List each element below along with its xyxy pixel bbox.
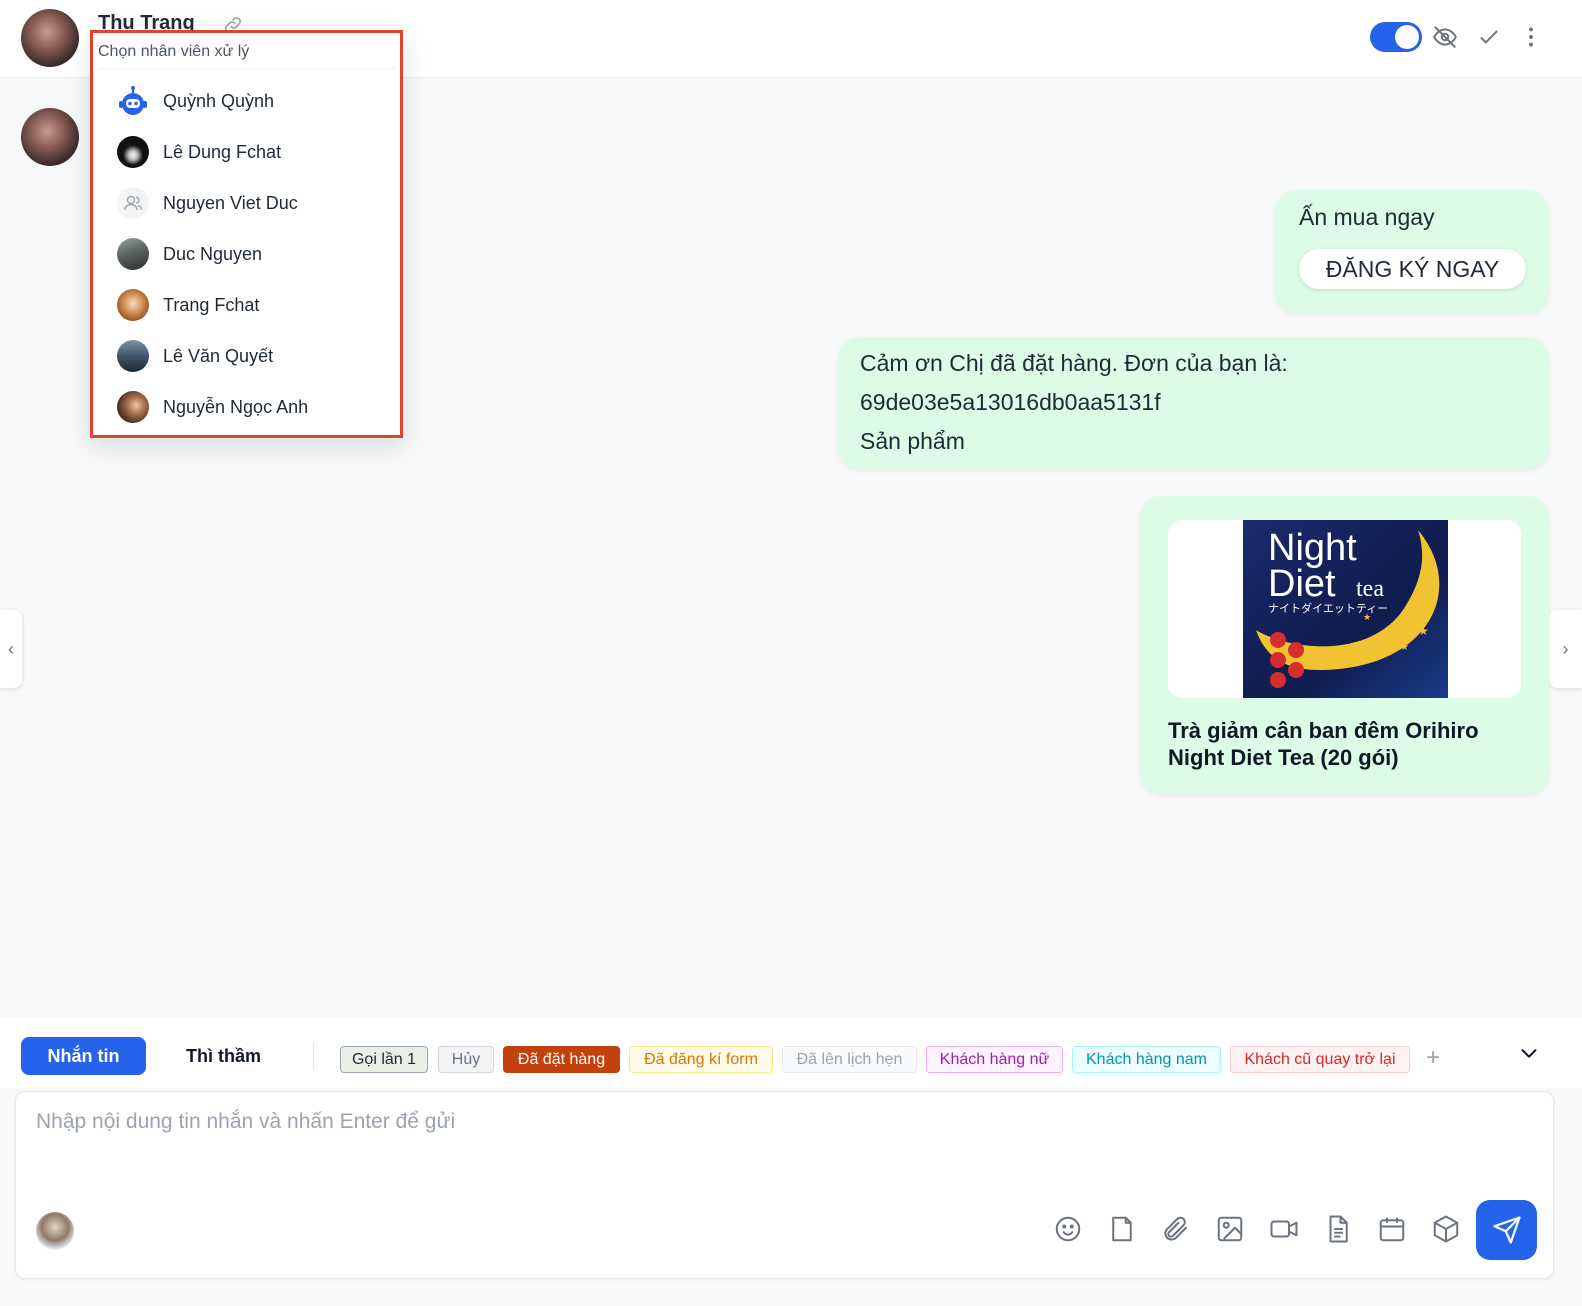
staff-name: Lê Dung Fchat	[163, 142, 282, 162]
order-id-text: 69de03e5a13016db0aa5131f	[860, 389, 1161, 415]
chevron-down-icon[interactable]	[1518, 1042, 1540, 1064]
send-button[interactable]	[1476, 1200, 1537, 1260]
staff-name: Lê Văn Quyết	[163, 346, 274, 366]
tag-button[interactable]: Đã đăng kí form	[629, 1046, 773, 1073]
assign-staff-dropdown: Chọn nhân viên xử lý Quỳnh Quỳnh Lê Dung…	[90, 30, 403, 438]
staff-item[interactable]: Lê Dung Fchat	[117, 134, 387, 170]
staff-item[interactable]: Nguyen Viet Duc	[117, 185, 387, 221]
emoji-icon[interactable]	[1053, 1214, 1083, 1244]
image-icon[interactable]	[1215, 1214, 1245, 1244]
tag-button[interactable]: Đã đặt hàng	[503, 1046, 620, 1073]
svg-text:★: ★	[1363, 612, 1371, 622]
divider	[98, 68, 395, 69]
product-box-icon[interactable]	[1431, 1214, 1461, 1244]
staff-avatar	[117, 391, 149, 423]
contact-avatar[interactable]	[21, 9, 79, 67]
robot-icon	[117, 85, 149, 117]
agent-avatar[interactable]	[36, 1212, 74, 1250]
message-input[interactable]: Nhập nội dung tin nhắn và nhấn Enter để …	[36, 1110, 455, 1134]
staff-item[interactable]: Lê Văn Quyết	[117, 338, 387, 374]
document-icon[interactable]	[1323, 1214, 1353, 1244]
staff-item[interactable]: Quỳnh Quỳnh	[117, 83, 387, 119]
more-vertical-icon[interactable]	[1518, 24, 1544, 50]
divider	[313, 1042, 314, 1070]
staff-avatar	[117, 238, 149, 270]
video-icon[interactable]	[1269, 1214, 1299, 1244]
staff-name: Quỳnh Quỳnh	[163, 91, 275, 111]
assign-toggle[interactable]	[1370, 22, 1422, 52]
product-image-text: Diet	[1268, 563, 1336, 605]
staff-avatar	[117, 136, 149, 168]
staff-avatar	[117, 289, 149, 321]
register-now-button[interactable]: ĐĂNG KÝ NGAY	[1299, 249, 1526, 289]
tag-button[interactable]: Khách hàng nữ	[926, 1046, 1063, 1073]
staff-name: Trang Fchat	[163, 295, 260, 315]
attachment-icon[interactable]	[1161, 1214, 1191, 1244]
svg-text:★: ★	[1418, 624, 1429, 638]
message-bubble-order: Cảm ơn Chị đã đặt hàng. Đơn của bạn là: …	[838, 337, 1549, 469]
composer-tabbar: Nhắn tin Thì thầm Gọi lần 1 Hủy Đã đặt h…	[0, 1018, 1582, 1088]
svg-text:★: ★	[1400, 642, 1409, 653]
product-image[interactable]: Night Diet tea ナイトダイエットティー ★ ★ ★	[1168, 520, 1521, 698]
message-text: Ấn mua ngay	[1299, 204, 1435, 230]
message-bubble-product: Night Diet tea ナイトダイエットティー ★ ★ ★ Trà giả…	[1140, 496, 1549, 794]
tag-button[interactable]: Đã lên lịch hẹn	[782, 1046, 917, 1073]
message-text-line: Cảm ơn Chị đã đặt hàng. Đơn của bạn là:	[860, 350, 1288, 376]
chevron-right-icon[interactable]: ›	[1549, 610, 1582, 688]
tab-whisper[interactable]: Thì thầm	[166, 1037, 281, 1075]
note-icon[interactable]	[1107, 1214, 1137, 1244]
tag-button[interactable]: Hủy	[438, 1046, 494, 1073]
tag-button[interactable]: Khách cũ quay trở lại	[1230, 1046, 1410, 1073]
eye-off-icon[interactable]	[1432, 24, 1458, 50]
staff-name: Duc Nguyen	[163, 244, 263, 264]
user-placeholder-icon	[117, 187, 149, 219]
staff-name: Nguyen Viet Duc	[163, 193, 298, 213]
staff-item[interactable]: Nguyễn Ngọc Anh	[117, 389, 387, 425]
staff-item[interactable]: Trang Fchat	[117, 287, 387, 323]
message-bubble-cta: Ấn mua ngay ĐĂNG KÝ NGAY	[1275, 190, 1549, 313]
send-icon	[1492, 1216, 1521, 1244]
staff-avatar	[117, 340, 149, 372]
product-image-text: tea	[1356, 576, 1384, 602]
toggle-knob	[1395, 25, 1419, 49]
check-icon[interactable]	[1476, 24, 1502, 50]
tab-message[interactable]: Nhắn tin	[21, 1037, 146, 1075]
tag-button[interactable]: Gọi lần 1	[340, 1046, 428, 1073]
staff-name: Nguyễn Ngọc Anh	[163, 397, 309, 417]
staff-item[interactable]: Duc Nguyen	[117, 236, 387, 272]
calendar-icon[interactable]	[1377, 1214, 1407, 1244]
message-text-line: Sản phẩm	[860, 428, 965, 454]
message-sender-avatar	[21, 108, 79, 166]
dropdown-title: Chọn nhân viên xử lý	[98, 43, 250, 60]
add-tag-icon[interactable]: +	[1426, 1044, 1440, 1072]
chevron-left-icon[interactable]: ‹	[0, 610, 22, 688]
message-composer: Nhập nội dung tin nhắn và nhấn Enter để …	[15, 1091, 1554, 1279]
tag-button[interactable]: Khách hàng nam	[1072, 1046, 1221, 1073]
product-title[interactable]: Trà giảm cân ban đêm Orihiro Night Diet …	[1168, 717, 1508, 771]
